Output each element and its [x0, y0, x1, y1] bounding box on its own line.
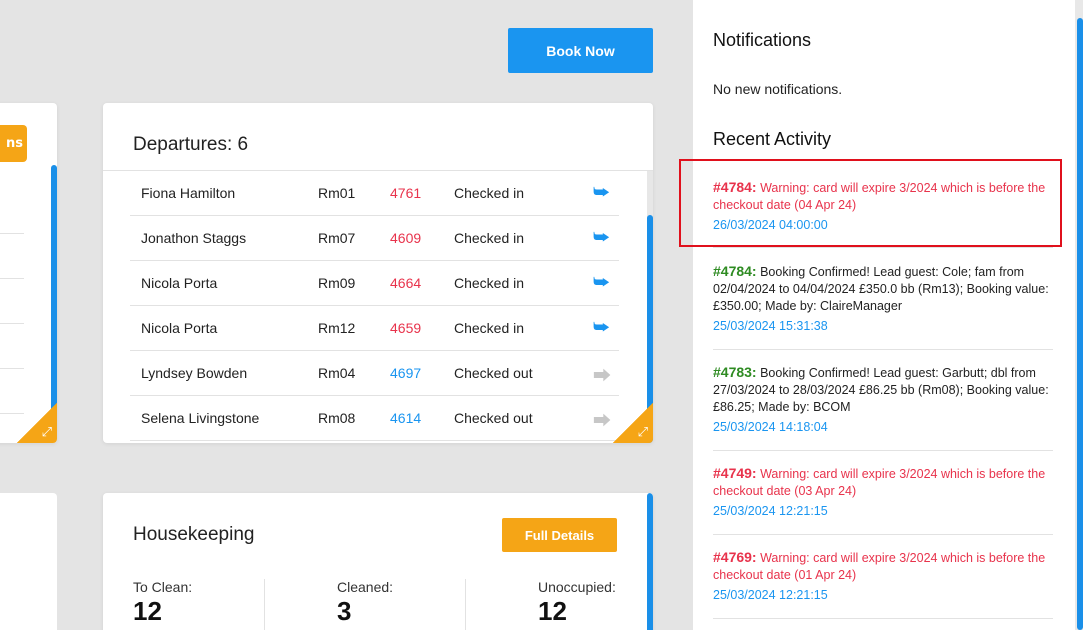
booking-status: Checked out: [454, 410, 533, 426]
stat-unoccupied: Unoccupied: 12: [538, 579, 616, 627]
partial-orange-button[interactable]: ns: [0, 125, 27, 162]
activity-message: Booking Confirmed! Lead guest: Garbutt; …: [713, 366, 1049, 414]
divider: [264, 579, 265, 630]
booking-status: Checked in: [454, 320, 525, 336]
booking-link[interactable]: 4614: [390, 410, 421, 426]
guest-name: Lyndsey Bowden: [141, 365, 248, 381]
divider: [0, 278, 24, 279]
booking-status: Checked in: [454, 185, 525, 201]
divider: [713, 349, 1053, 350]
expand-corner[interactable]: ⤢: [17, 403, 57, 443]
booking-link[interactable]: 4664: [390, 275, 421, 291]
divider: [0, 323, 24, 324]
partial-card-left-bottom: [0, 493, 57, 630]
activity-message: Warning: card will expire 3/2024 which i…: [713, 467, 1046, 498]
table-row[interactable]: Fiona Hamilton Rm01 4761 Checked in ⮩: [130, 171, 619, 216]
table-row[interactable]: Lyndsey Bowden Rm04 4697 Checked out ⮕: [130, 351, 619, 396]
stat-value: 3: [337, 596, 352, 626]
stat-to-clean: To Clean: 12: [133, 579, 192, 627]
room-number: Rm01: [318, 185, 356, 201]
notifications-empty-text: No new notifications.: [713, 81, 843, 97]
divider: [465, 579, 466, 630]
departures-list: Fiona Hamilton Rm01 4761 Checked in ⮩ Jo…: [130, 171, 619, 441]
expand-icon: ⤢: [41, 425, 52, 440]
divider: [713, 247, 1053, 248]
expand-corner[interactable]: ⤢: [613, 403, 653, 443]
housekeeping-scrollbar[interactable]: [647, 493, 653, 630]
divider: [713, 450, 1053, 451]
highlight-box: [679, 159, 1062, 247]
partial-card-left: ns ! ! ! ! ⤢: [0, 103, 57, 443]
booking-link[interactable]: 4659: [390, 320, 421, 336]
activity-item: #4749: Warning: card will expire 3/2024 …: [713, 465, 1053, 520]
booking-status: Checked out: [454, 365, 533, 381]
room-number: Rm12: [318, 320, 356, 336]
departures-title: Departures: 6: [133, 134, 249, 155]
housekeeping-title: Housekeeping: [133, 524, 255, 545]
expand-icon: ⤢: [637, 425, 648, 440]
stat-label: Cleaned:: [337, 579, 394, 595]
sign-out-icon[interactable]: ⮩: [593, 182, 610, 203]
guest-name: Selena Livingstone: [141, 410, 260, 426]
stat-value: 12: [133, 596, 162, 626]
activity-ref-link[interactable]: #4749:: [713, 465, 757, 481]
table-row[interactable]: Nicola Porta Rm12 4659 Checked in ⮩: [130, 306, 619, 351]
activity-item: #4784: Booking Confirmed! Lead guest: Co…: [713, 263, 1053, 335]
recent-activity-title: Recent Activity: [713, 129, 832, 149]
activity-timestamp: 25/03/2024 14:18:04: [713, 420, 828, 434]
table-row[interactable]: Nicola Porta Rm09 4664 Checked in ⮩: [130, 261, 619, 306]
departures-card: Departures: 6 Fiona Hamilton Rm01 4761 C…: [103, 103, 653, 443]
divider: [0, 233, 24, 234]
divider: [0, 368, 24, 369]
guest-name: Fiona Hamilton: [141, 185, 236, 201]
sign-in-icon: ⮕: [593, 411, 611, 431]
panel-scrollbar[interactable]: [1077, 18, 1083, 630]
activity-timestamp: 25/03/2024 12:21:15: [713, 504, 828, 518]
housekeeping-card: Housekeeping Full Details To Clean: 12 C…: [103, 493, 653, 630]
room-number: Rm09: [318, 275, 356, 291]
booking-link[interactable]: 4761: [390, 185, 421, 201]
room-number: Rm04: [318, 365, 356, 381]
table-row[interactable]: Jonathon Staggs Rm07 4609 Checked in ⮩: [130, 216, 619, 261]
table-row[interactable]: Selena Livingstone Rm08 4614 Checked out…: [130, 396, 619, 441]
booking-link[interactable]: 4609: [390, 230, 421, 246]
activity-ref-link[interactable]: #4769:: [713, 549, 757, 565]
notifications-panel: Notifications No new notifications. Rece…: [693, 0, 1083, 630]
guest-name: Jonathon Staggs: [141, 230, 247, 246]
activity-item: #4769: Warning: card will expire 3/2024 …: [713, 549, 1053, 604]
sign-out-icon[interactable]: ⮩: [593, 317, 610, 338]
activity-timestamp: 25/03/2024 12:21:15: [713, 588, 828, 602]
sign-out-icon[interactable]: ⮩: [593, 272, 610, 293]
stat-label: Unoccupied:: [538, 579, 616, 595]
booking-status: Checked in: [454, 275, 525, 291]
divider: [713, 618, 1053, 619]
guest-name: Nicola Porta: [141, 320, 218, 336]
divider: [713, 534, 1053, 535]
room-number: Rm08: [318, 410, 356, 426]
book-now-button[interactable]: Book Now: [508, 28, 653, 73]
full-details-button[interactable]: Full Details: [502, 518, 617, 552]
sign-out-icon[interactable]: ⮩: [593, 227, 610, 248]
booking-status: Checked in: [454, 230, 525, 246]
activity-ref-link[interactable]: #4784:: [713, 263, 757, 279]
activity-message: Warning: card will expire 3/2024 which i…: [713, 551, 1046, 582]
stat-cleaned: Cleaned: 3: [337, 579, 393, 627]
activity-ref-link[interactable]: #4783:: [713, 364, 757, 380]
stat-value: 12: [538, 596, 567, 626]
room-number: Rm07: [318, 230, 356, 246]
stat-label: To Clean:: [133, 579, 193, 595]
activity-item: #4783: Booking Confirmed! Lead guest: Ga…: [713, 364, 1053, 436]
activity-timestamp: 25/03/2024 15:31:38: [713, 319, 828, 333]
activity-message: Booking Confirmed! Lead guest: Cole; fam…: [713, 265, 1049, 313]
notifications-title: Notifications: [713, 30, 812, 50]
guest-name: Nicola Porta: [141, 275, 218, 291]
sign-in-icon: ⮕: [593, 366, 611, 386]
booking-link[interactable]: 4697: [390, 365, 421, 381]
partial-card-scrollbar[interactable]: [51, 165, 57, 435]
